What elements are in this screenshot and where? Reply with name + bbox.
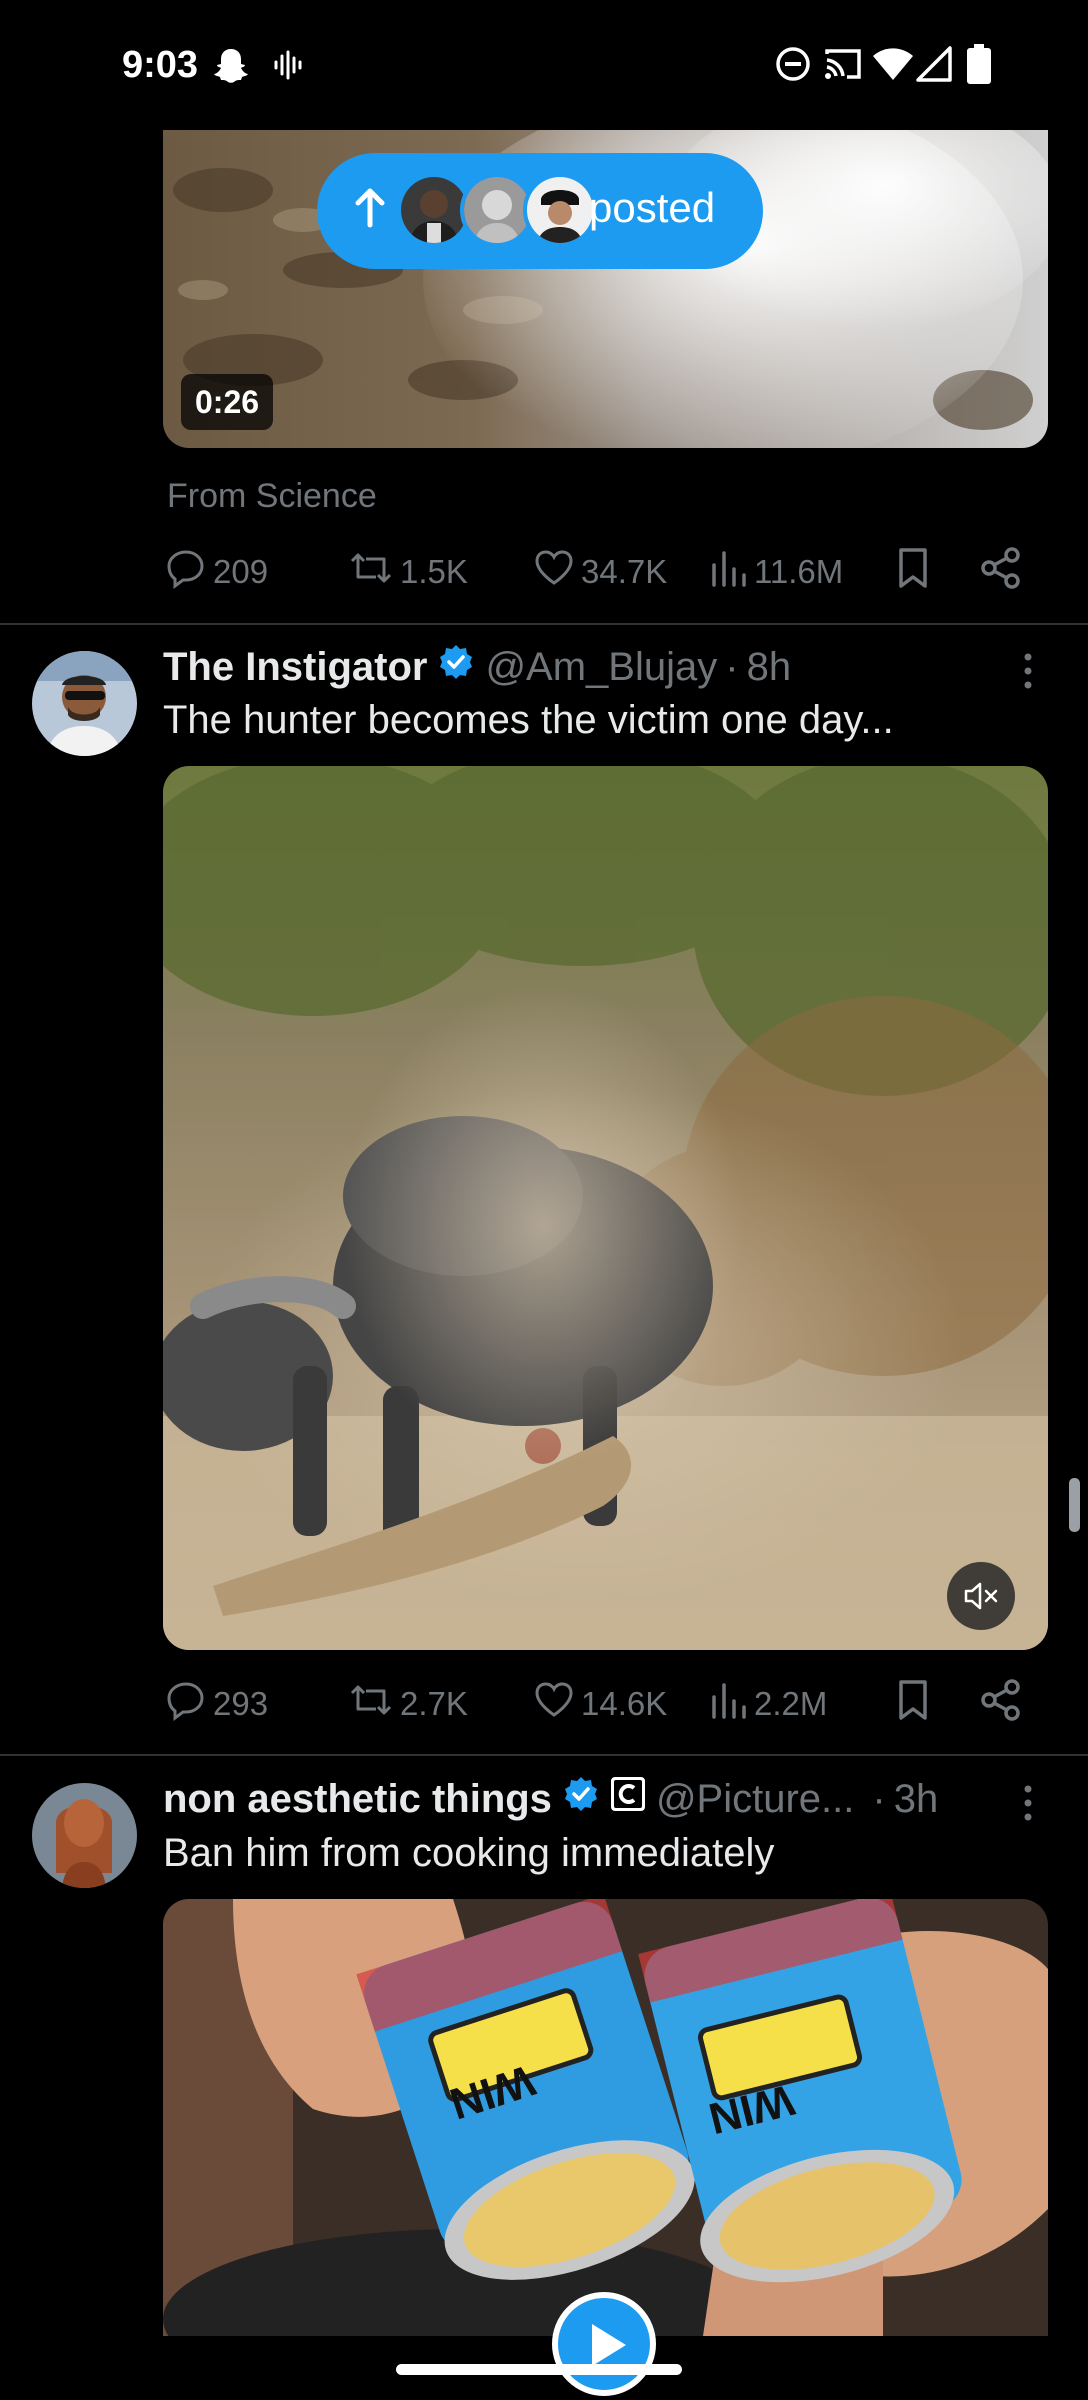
poster-avatar: [523, 173, 597, 247]
wifi-icon: [872, 46, 914, 87]
repost-count: 2.7K: [400, 1685, 468, 1722]
verified-badge-icon: [437, 643, 475, 691]
tweet-actions: 209 1.5K 34.7K 11.6M: [165, 547, 1045, 597]
video-duration: 0:26: [181, 374, 274, 430]
tweet-video[interactable]: [163, 766, 1048, 1650]
speaker-muted-icon: [964, 1580, 1000, 1617]
like-count: 14.6K: [581, 1685, 668, 1722]
repost-icon: [348, 1679, 400, 1729]
reply-icon: [165, 547, 213, 597]
reply-button[interactable]: 209: [165, 547, 268, 597]
author-name[interactable]: The Instigator: [163, 645, 427, 690]
bookmark-button[interactable]: [893, 547, 939, 597]
reply-count: 209: [213, 553, 269, 590]
repost-icon: [348, 547, 400, 597]
source-label: From Science: [167, 477, 377, 515]
views-icon: [710, 1679, 754, 1729]
separator: ·: [725, 644, 739, 689]
home-indicator[interactable]: [396, 2364, 682, 2375]
tweet-video[interactable]: WIN WIN: [163, 1899, 1048, 2336]
views-icon: [710, 547, 754, 597]
like-button[interactable]: 14.6K: [533, 1679, 667, 1729]
share-icon: [979, 546, 1029, 598]
divider: [0, 623, 1088, 625]
repost-button[interactable]: 2.7K: [348, 1679, 468, 1729]
signal-icon: [916, 46, 952, 87]
reply-button[interactable]: 293: [165, 1679, 268, 1729]
repost-button[interactable]: 1.5K: [348, 547, 468, 597]
tweet-actions: 293 2.7K 14.6K 2.2M: [165, 1679, 1045, 1729]
arrow-up-icon: [353, 183, 387, 238]
post-time[interactable]: 3h: [894, 1777, 939, 1822]
more-options-icon[interactable]: [1018, 650, 1038, 697]
heart-icon: [533, 1679, 581, 1729]
affiliate-badge-icon: [610, 1776, 646, 1822]
share-icon: [979, 1678, 1029, 1730]
status-time: 9:03: [122, 44, 199, 86]
separator: ·: [872, 1776, 886, 1821]
tweet-header: The Instigator @Am_Blujay · 8h: [163, 641, 791, 693]
snapchat-icon: [212, 46, 250, 89]
like-count: 34.7K: [581, 553, 668, 590]
views-count: 2.2M: [754, 1685, 828, 1722]
bookmark-button[interactable]: [893, 1679, 939, 1729]
mute-button[interactable]: [947, 1562, 1015, 1630]
new-posts-pill[interactable]: posted: [317, 153, 763, 269]
views-button[interactable]: 2.2M: [710, 1679, 827, 1729]
author-avatar[interactable]: [32, 651, 137, 756]
reply-icon: [165, 1679, 213, 1729]
do-not-disturb-icon: [775, 46, 811, 87]
more-options-icon[interactable]: [1018, 1782, 1038, 1829]
status-bar: 9:03: [0, 0, 1088, 130]
like-button[interactable]: 34.7K: [533, 547, 667, 597]
scrollbar-thumb[interactable]: [1069, 1478, 1080, 1532]
author-avatar[interactable]: [32, 1783, 137, 1888]
author-handle[interactable]: @Am_Blujay: [485, 645, 717, 690]
heart-icon: [533, 547, 581, 597]
voice-wave-icon: [273, 50, 303, 85]
repost-count: 1.5K: [400, 553, 468, 590]
battery-icon: [967, 44, 991, 89]
tweet-text: Ban him from cooking immediately: [163, 1831, 775, 1875]
share-button[interactable]: [979, 547, 1029, 597]
views-button[interactable]: 11.6M: [710, 547, 843, 597]
tweet-header: non aesthetic things @Picture... · 3h: [163, 1773, 938, 1825]
verified-badge-icon: [562, 1775, 600, 1823]
play-button[interactable]: [552, 2292, 656, 2396]
post-time[interactable]: 8h: [747, 645, 792, 690]
tweet-text: The hunter becomes the victim one day...: [163, 698, 894, 742]
author-handle[interactable]: @Picture...: [656, 1777, 854, 1822]
bookmark-icon: [893, 1678, 939, 1730]
author-name[interactable]: non aesthetic things: [163, 1777, 552, 1822]
share-button[interactable]: [979, 1679, 1029, 1729]
views-count: 11.6M: [754, 553, 844, 590]
reply-count: 293: [213, 1685, 269, 1722]
posted-label: posted: [589, 184, 716, 231]
bookmark-icon: [893, 546, 939, 598]
divider: [0, 1754, 1088, 1756]
cast-icon: [823, 46, 863, 87]
